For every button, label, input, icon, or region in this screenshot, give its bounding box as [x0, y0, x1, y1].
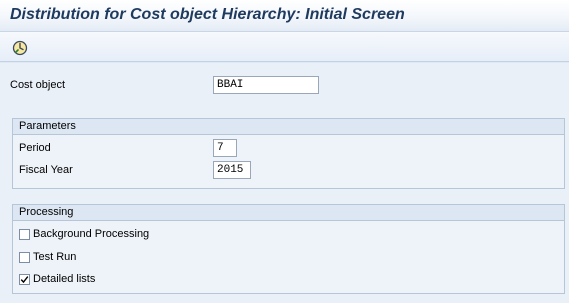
parameters-header: Parameters	[13, 119, 564, 135]
page-title: Distribution for Cost object Hierarchy: …	[10, 6, 405, 23]
processing-header: Processing	[13, 205, 564, 221]
detailed-lists-checkbox[interactable]	[19, 274, 30, 285]
title-bar: Distribution for Cost object Hierarchy: …	[0, 0, 569, 32]
fiscal-year-label: Fiscal Year	[19, 164, 73, 176]
period-input[interactable]: 7	[213, 139, 237, 157]
test-run-checkbox[interactable]	[19, 252, 30, 263]
selection-screen: Cost object BBAI Parameters Period 7 Fis…	[0, 63, 569, 303]
fiscal-year-row: Fiscal Year 2015	[19, 161, 259, 181]
background-processing-label: Background Processing	[33, 228, 150, 240]
execute-clock-icon	[12, 40, 28, 56]
cost-object-input[interactable]: BBAI	[213, 76, 319, 94]
parameters-group: Parameters Period 7 Fiscal Year 2015	[12, 118, 565, 189]
application-toolbar	[0, 32, 569, 62]
detailed-lists-row[interactable]: Detailed lists	[19, 270, 239, 290]
processing-group: Processing Background Processing Test Ru…	[12, 204, 565, 294]
cost-object-row: Cost object BBAI	[10, 76, 330, 96]
fiscal-year-input[interactable]: 2015	[213, 161, 251, 179]
execute-button[interactable]	[12, 40, 28, 56]
checkmark-icon	[20, 276, 29, 284]
background-processing-row[interactable]: Background Processing	[19, 225, 239, 245]
cost-object-label: Cost object	[10, 79, 66, 91]
test-run-label: Test Run	[33, 251, 77, 263]
detailed-lists-label: Detailed lists	[33, 273, 96, 285]
test-run-row[interactable]: Test Run	[19, 248, 239, 268]
period-label: Period	[19, 142, 51, 154]
period-row: Period 7	[19, 139, 259, 159]
background-processing-checkbox[interactable]	[19, 229, 30, 240]
